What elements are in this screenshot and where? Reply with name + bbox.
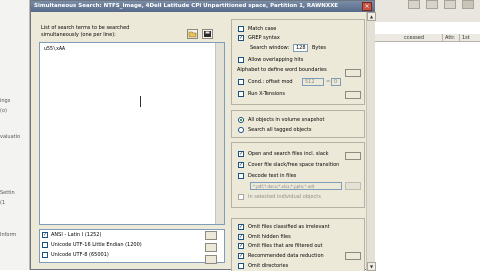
toolbar-icon[interactable] (444, 0, 456, 9)
column-header-1st[interactable]: 1st (462, 35, 470, 41)
scroll-up-icon[interactable]: ▲ (367, 12, 376, 21)
alphabet-label: Alphabet to define word boundaries (237, 67, 327, 73)
omit-filtered-label: Omit files that are filtered out (248, 243, 323, 249)
run-xtensions-checkbox[interactable] (238, 91, 244, 97)
in-selected-items-label: In selected individual objects (248, 194, 321, 200)
code-page-label: Unicode UTF-16 Little Endian (1200) (51, 242, 142, 248)
folder-open-icon (188, 31, 197, 38)
background-file-list (375, 22, 480, 270)
cover-transition-checkbox[interactable]: ✓ (238, 162, 244, 168)
background-sidebar: ings (o) valuatio Settin (1 Inform (0, 0, 30, 270)
sidebar-fragment: (1 (0, 200, 6, 206)
omit-hidden-label: Omit hidden files (248, 234, 291, 240)
code-page-label: Unicode UTF-8 (65001) (51, 252, 109, 258)
decode-options-button[interactable] (345, 182, 361, 190)
cover-transition-label: Cover file slack/free space transition (248, 162, 340, 168)
column-separator[interactable] (459, 34, 460, 42)
omit-irrelevant-label: Omit files classified as irrelevant (248, 224, 330, 230)
save-list-button[interactable] (202, 29, 213, 39)
grep-syntax-checkbox[interactable]: ✓ (238, 35, 244, 41)
cond-offset-eq: = (326, 79, 331, 85)
sidebar-fragment: Inform (0, 232, 17, 238)
column-header-attr[interactable]: Attr. (445, 35, 455, 41)
search-terms-scrollbar[interactable] (215, 43, 224, 224)
search-tagged-radio[interactable] (238, 127, 244, 133)
simultaneous-search-dialog: Simultaneous Search: NTFS_Image, 4Dell L… (30, 0, 376, 271)
omit-options-group: ✓ Omit files classified as irrelevant ✓ … (231, 218, 365, 271)
instruction-line-2: simultaneously (one per line): (41, 32, 116, 38)
in-selected-items-checkbox[interactable] (238, 194, 244, 200)
search-window-label: Search window: (250, 45, 290, 51)
dialog-titlebar[interactable]: Simultaneous Search: NTFS_Image, 4Dell L… (31, 1, 374, 12)
code-page-checkbox-ansi[interactable]: ✓ (42, 232, 48, 238)
cond-offset-mod-input[interactable]: 512 (302, 78, 324, 86)
search-scope-group: All objects in volume snapshot Search al… (231, 110, 365, 138)
instruction-line-1: List of search terms to be searched (41, 25, 130, 31)
omit-directories-label: Omit directories (248, 263, 289, 269)
decode-file-types-input[interactable]: *.pdf;*.docx;*.xlsx;*.pptx;*.odt (250, 182, 342, 190)
text-cursor (140, 96, 142, 107)
dialog-scrollbar[interactable]: ▲ ▼ (366, 12, 376, 271)
file-list-column-headers: ccessed Attr. 1st (375, 34, 480, 42)
code-page-scroll-button[interactable] (205, 255, 217, 264)
code-page-checkbox-utf8[interactable] (42, 252, 48, 258)
search-terms-textarea[interactable]: u55\xAA (39, 42, 225, 225)
code-page-scroll-button[interactable] (205, 231, 217, 240)
omit-filtered-checkbox[interactable]: ✓ (238, 243, 244, 249)
toolbar-icon[interactable] (462, 0, 474, 9)
xtensions-button[interactable] (345, 91, 361, 99)
allow-overlapping-checkbox[interactable] (238, 57, 244, 63)
dialog-title: Simultaneous Search: NTFS_Image, 4Dell L… (34, 3, 339, 9)
all-objects-label: All objects in volume snapshot (248, 117, 325, 123)
sidebar-fragment: valuatio (0, 134, 21, 140)
all-objects-radio[interactable] (238, 117, 244, 123)
sidebar-fragment: (o) (0, 108, 7, 114)
grep-syntax-label: GREP syntax (248, 35, 280, 41)
alphabet-button[interactable] (345, 69, 361, 77)
code-page-checkbox-utf16[interactable] (42, 242, 48, 248)
omit-directories-checkbox[interactable] (238, 263, 244, 269)
floppy-disk-icon (204, 31, 211, 37)
recommended-reduction-checkbox[interactable]: ✓ (238, 253, 244, 259)
search-term-value: u55\xAA (44, 46, 66, 52)
run-xtensions-label: Run X-Tensions (248, 91, 285, 97)
code-page-label: ANSI - Latin I (1252) (51, 232, 102, 238)
recommended-reduction-button[interactable] (345, 252, 361, 260)
toolbar-icon[interactable] (408, 0, 420, 9)
match-case-checkbox[interactable] (238, 26, 244, 32)
column-separator[interactable] (442, 34, 443, 42)
cond-offset-label: Cond.: offset mod (248, 79, 293, 85)
column-header-accessed[interactable]: ccessed (404, 35, 424, 41)
search-tagged-label: Search all tagged objects (248, 127, 312, 133)
allow-overlapping-label: Allow overlapping hits (248, 57, 304, 63)
decode-text-label: Decode text in files (248, 173, 297, 179)
cond-offset-remainder-input[interactable]: 0 (331, 78, 341, 86)
search-window-input[interactable]: 128 (293, 44, 308, 52)
open-and-search-label: Open and search files incl. slack (248, 151, 329, 157)
open-file-button[interactable] (187, 29, 198, 39)
close-button[interactable]: × (362, 2, 372, 11)
search-window-unit: Bytes (312, 45, 327, 51)
code-page-list[interactable]: ✓ ANSI - Latin I (1252) Unicode UTF-16 L… (39, 229, 225, 263)
toolbar-icon[interactable] (426, 0, 438, 9)
cond-offset-checkbox[interactable] (238, 79, 244, 85)
code-page-scroll-button[interactable] (205, 243, 217, 252)
sidebar-fragment: Settin (0, 190, 15, 196)
open-and-search-checkbox[interactable]: ✓ (238, 151, 244, 157)
close-icon: × (364, 3, 370, 10)
recommended-reduction-label: Recommended data reduction (248, 253, 324, 259)
open-and-search-options-button[interactable] (345, 152, 361, 160)
match-case-label: Match case (248, 26, 277, 32)
search-options-group: Match case ✓ GREP syntax Search window: … (231, 19, 365, 105)
file-handling-group: ✓ Open and search files incl. slack ✓ Co… (231, 142, 365, 208)
omit-irrelevant-checkbox[interactable]: ✓ (238, 224, 244, 230)
sidebar-fragment: ings (0, 98, 11, 104)
decode-text-checkbox[interactable] (238, 173, 244, 179)
omit-hidden-checkbox[interactable]: ✓ (238, 234, 244, 240)
